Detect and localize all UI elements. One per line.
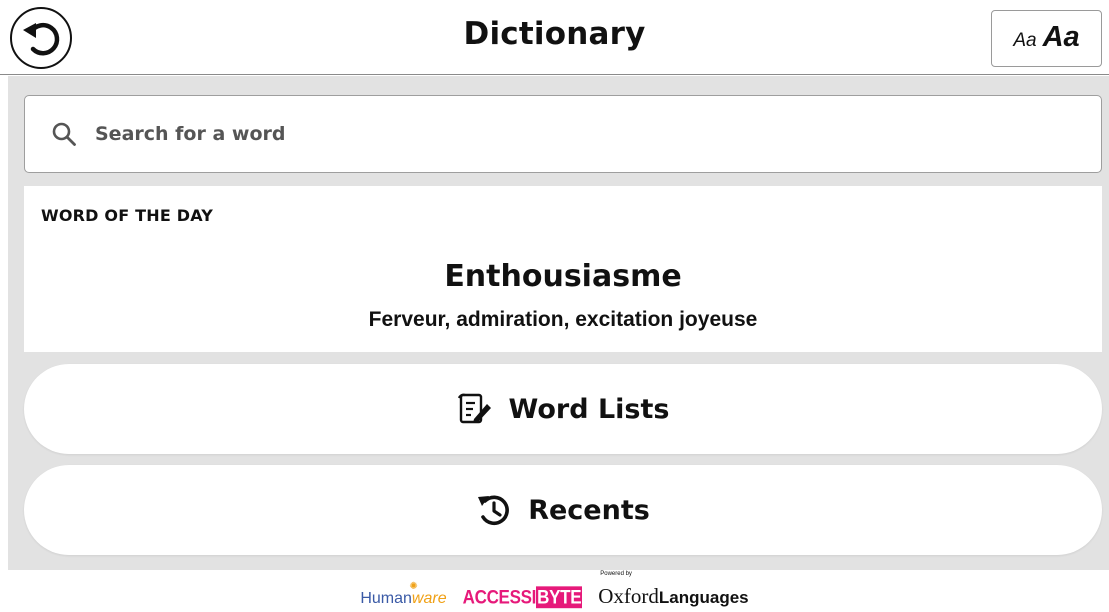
oxford-wordmark: Oxford xyxy=(598,584,659,608)
app-header: Dictionary Aa Aa xyxy=(0,0,1109,75)
humanware-sun-icon: ✺ xyxy=(409,581,418,592)
languages-wordmark: Languages xyxy=(658,588,749,607)
word-of-the-day-label: WORD OF THE DAY xyxy=(41,206,214,225)
word-lists-label: Word Lists xyxy=(508,393,670,425)
recents-button[interactable]: Recents xyxy=(24,465,1102,555)
oxford-languages-logo: Powered by OxfordLanguages xyxy=(598,571,749,610)
word-of-the-day-definition: Ferveur, admiration, excitation joyeuse xyxy=(368,308,758,331)
search-bar[interactable] xyxy=(24,95,1102,173)
font-size-button[interactable]: Aa Aa xyxy=(991,10,1102,67)
search-input[interactable] xyxy=(95,123,995,145)
accessibyte-logo-access: ACCESSI xyxy=(462,586,537,609)
word-of-the-day-word: Enthousiasme xyxy=(444,259,682,294)
powered-by-label: Powered by xyxy=(600,571,632,577)
font-size-small-label: Aa xyxy=(1013,30,1037,51)
search-icon xyxy=(52,122,76,146)
humanware-logo: ✺ Humanware xyxy=(360,581,447,610)
word-of-the-day-card[interactable]: WORD OF THE DAY Enthousiasme Ferveur, ad… xyxy=(24,186,1102,352)
partner-logos: ✺ Humanware ACCESSIBYTE Powered by Oxfor… xyxy=(0,571,1109,611)
humanware-logo-ware: ware xyxy=(411,590,447,607)
accessibyte-logo-byte: BYTE xyxy=(536,586,583,609)
font-size-large-label: Aa xyxy=(1042,21,1080,53)
checklist-edit-icon xyxy=(457,393,491,424)
history-icon xyxy=(478,495,510,526)
accessibyte-logo: ACCESSIBYTE xyxy=(463,586,583,611)
word-lists-button[interactable]: Word Lists xyxy=(24,364,1102,454)
humanware-logo-human: Human xyxy=(360,590,412,607)
page-title: Dictionary xyxy=(463,16,646,52)
recents-label: Recents xyxy=(528,494,650,526)
